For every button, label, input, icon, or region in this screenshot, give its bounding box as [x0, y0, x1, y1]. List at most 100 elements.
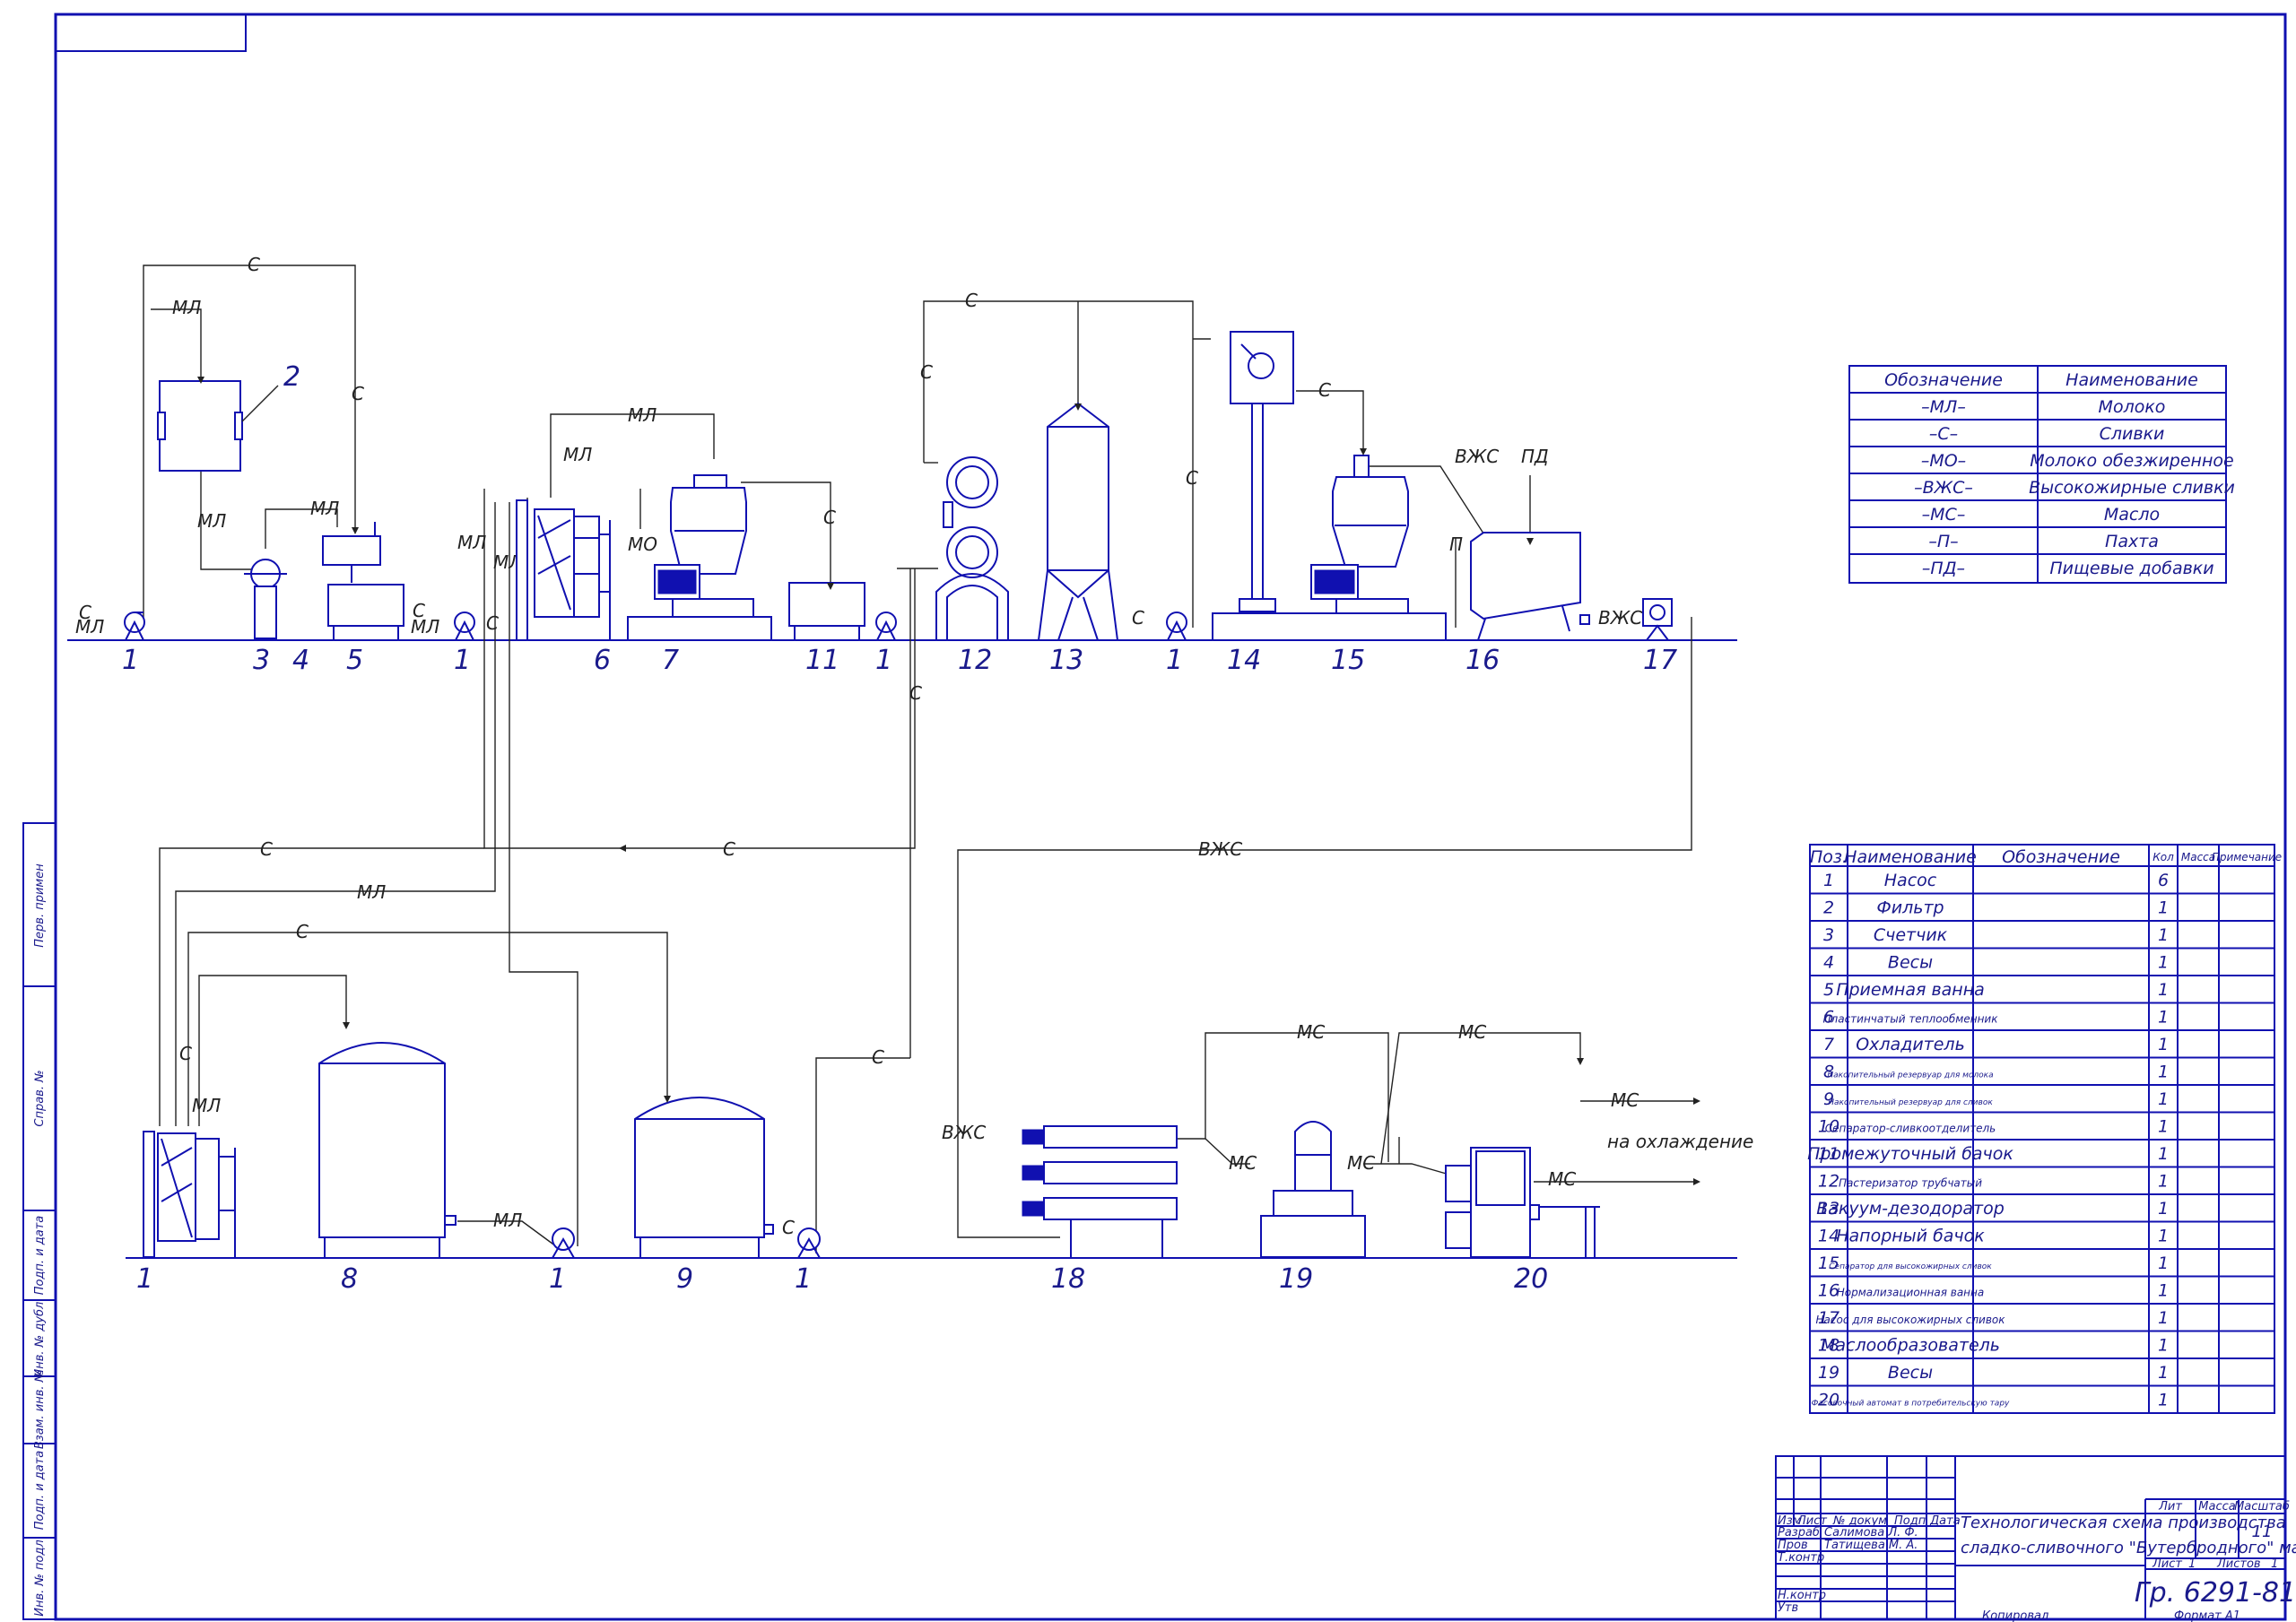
position-label: 19	[1279, 1263, 1313, 1295]
position-label: 6	[594, 645, 611, 676]
spec-header-qty: Кол	[2152, 851, 2174, 863]
label-ms: МС	[1611, 1089, 1639, 1111]
label-ml: МЛ	[357, 881, 386, 903]
spec-qty: 1	[2158, 1172, 2169, 1192]
legend-header-code: Обозначение	[1884, 370, 2003, 390]
label-c: С	[872, 1046, 884, 1068]
position-label: 4	[292, 645, 309, 676]
stamp-sheet-label: Лист	[2152, 1557, 2182, 1571]
label-c: С	[965, 290, 978, 311]
spec-pos: 3	[1823, 925, 1834, 945]
spec-qty: 1	[2158, 1308, 2169, 1328]
spec-name: Напорный бачок	[1836, 1227, 1985, 1246]
legend-code: –МО–	[1921, 451, 1966, 471]
legend-code: –МС–	[1922, 505, 1966, 525]
stamp-sheets-total: 1	[2271, 1557, 2278, 1571]
label-in-ml: МЛ	[75, 616, 104, 638]
label-ms: МС	[1548, 1168, 1576, 1190]
side-label-1: Перв. примен	[33, 863, 47, 948]
pump-1e	[552, 1227, 575, 1259]
spec-qty: 1	[2158, 898, 2169, 918]
label-c: С	[823, 507, 836, 528]
position-label: 17	[1643, 645, 1677, 676]
stamp-role-check: Пров	[1778, 1539, 1808, 1552]
label-to-cooling: на охлаждение	[1607, 1131, 1753, 1152]
label-ml: МЛ	[172, 297, 201, 318]
legend-code: –ВЖС–	[1914, 478, 1973, 498]
spec-name: Пластинчатый теплообменник	[1823, 1013, 1999, 1026]
legend-header-name: Наименование	[2066, 370, 2198, 390]
spec-qty: 1	[2158, 1089, 2169, 1109]
filter-2	[157, 380, 279, 472]
side-label-2: Справ. №	[33, 1070, 47, 1126]
label-c: С	[1186, 467, 1198, 489]
spec-pos: 2	[1823, 898, 1834, 918]
label-c: С	[723, 838, 735, 860]
stamp-checker: Татищева М. А.	[1824, 1539, 1918, 1552]
spec-header-code: Обозначение	[2002, 847, 2120, 867]
pump-17	[1642, 598, 1673, 641]
position-label: 7	[662, 645, 679, 676]
spec-name: Накопительный резервуар для сливок	[1828, 1098, 1993, 1107]
label-vzhs: ВЖС	[1598, 607, 1642, 629]
spec-pos: 1	[1823, 871, 1834, 890]
side-label-6: Подп. и дата	[33, 1451, 47, 1531]
legend-name: Молоко	[2099, 397, 2166, 417]
stamp-scale: Масштаб	[2234, 1500, 2290, 1514]
specification-table: Поз. Наименование Обозначение Кол Масса …	[1807, 844, 2282, 1414]
vacuum-deodorator-13	[1038, 402, 1118, 641]
spec-name: Счетчик	[1874, 925, 1948, 945]
spec-header-note: Примечание	[2212, 851, 2282, 863]
stamp-role-ncontr: Н.контр	[1778, 1589, 1826, 1602]
position-label: 20	[1514, 1263, 1548, 1295]
stamp-copied: Копировал	[1982, 1609, 2048, 1622]
spec-name: Маслообразователь	[1821, 1336, 2000, 1356]
spec-name: Нормализационная ванна	[1837, 1287, 1984, 1299]
spec-header-mass: Масса	[2181, 851, 2215, 863]
spec-header-pos: Поз.	[1810, 847, 1848, 867]
stamp-lit: Лит	[2158, 1500, 2182, 1514]
position-label: 14	[1227, 645, 1261, 676]
legend-name: Молоко обезжиренное	[2030, 451, 2233, 471]
stamp-sheets-value: 11	[2252, 1522, 2273, 1541]
label-c: С	[296, 921, 309, 942]
spec-name: Фасовочный автомат в потребительскую тар…	[1812, 1400, 2010, 1409]
label-c: С	[1132, 607, 1144, 629]
position-label: 15	[1331, 645, 1365, 676]
legend-name: Высокожирные сливки	[2029, 478, 2235, 498]
spec-qty: 1	[2158, 1199, 2169, 1219]
spec-name: Насос	[1884, 871, 1937, 890]
position-label: 1	[454, 645, 471, 676]
spec-qty: 1	[2158, 1391, 2169, 1410]
position-label: 18	[1051, 1263, 1085, 1295]
reception-bath-5	[327, 584, 404, 640]
pump-1a	[124, 612, 145, 641]
legend-code: –П–	[1928, 532, 1958, 551]
butter-maker-18	[1022, 1125, 1178, 1258]
spec-header-name: Наименование	[1844, 847, 1977, 867]
stamp-role-approve: Утв	[1778, 1601, 1798, 1615]
separator-7	[627, 474, 772, 641]
stamp-role-tcontr: Т.контр	[1778, 1551, 1824, 1565]
spec-qty: 1	[2158, 1363, 2169, 1383]
label-ml: МЛ	[197, 510, 226, 532]
stamp-developer: Салимова Л. Ф.	[1824, 1526, 1918, 1540]
stamp-code: Гр. 6291-81	[2135, 1577, 2296, 1609]
label-ml: МЛ	[192, 1095, 221, 1116]
spec-name: Весы	[1888, 1363, 1933, 1383]
stamp-sheet-num: 1	[2188, 1557, 2196, 1571]
position-label: 11	[805, 645, 839, 676]
side-label-7: Инв. № подл	[33, 1540, 47, 1617]
label-ms: МС	[1229, 1152, 1257, 1174]
position-label: 1	[122, 645, 139, 676]
position-label: 12	[958, 645, 992, 676]
spec-qty: 1	[2158, 1227, 2169, 1246]
spec-qty: 1	[2158, 1008, 2169, 1028]
label-c: С	[782, 1217, 795, 1238]
label-ml: МЛ	[310, 498, 339, 519]
label-pd: ПД	[1521, 446, 1549, 467]
stamp-mass: Масса	[2198, 1500, 2235, 1514]
spec-qty: 1	[2158, 925, 2169, 945]
label-c: С	[260, 838, 273, 860]
spec-qty: 1	[2158, 1035, 2169, 1054]
